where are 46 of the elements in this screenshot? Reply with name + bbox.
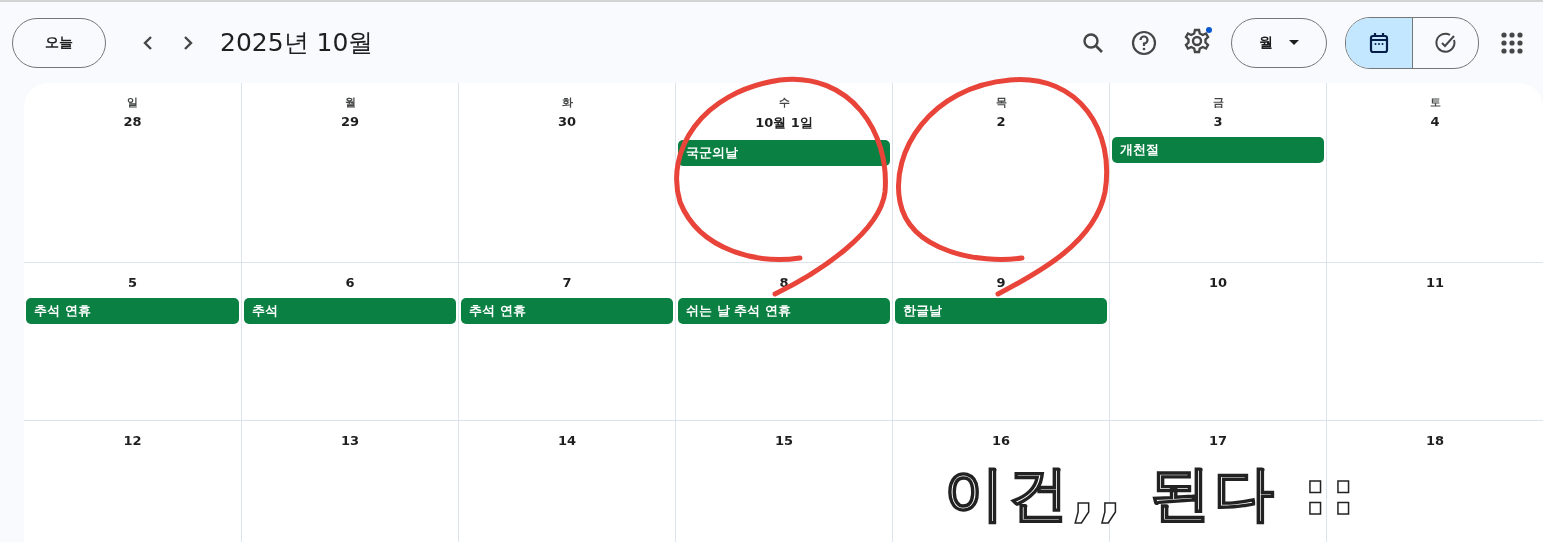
view-dropdown[interactable]: 월: [1231, 17, 1327, 68]
view-toggle-button[interactable]: [1346, 17, 1412, 68]
event-chip[interactable]: 추석: [244, 298, 456, 324]
date-number[interactable]: 14: [557, 433, 577, 448]
date-number[interactable]: 6: [345, 275, 355, 290]
apps-grid-icon[interactable]: [1501, 31, 1523, 54]
weekday-label: 일: [127, 95, 138, 110]
search-icon[interactable]: [1081, 30, 1105, 55]
event-chip[interactable]: 국군의날: [678, 140, 890, 166]
date-number[interactable]: 2: [996, 114, 1006, 129]
today-button[interactable]: 오늘: [12, 17, 106, 68]
caret-icon: [1289, 39, 1299, 46]
weekday-label: 월: [344, 95, 356, 110]
date-number[interactable]: 3: [1213, 114, 1223, 129]
weekday-label: 금: [1212, 95, 1224, 110]
date-number[interactable]: 12: [123, 433, 142, 448]
date-number[interactable]: 29: [340, 114, 360, 129]
help-icon[interactable]: [1131, 29, 1157, 56]
date-number[interactable]: 16: [991, 433, 1011, 448]
date-number[interactable]: 10월 1일: [755, 114, 813, 132]
date-number[interactable]: 15: [774, 433, 794, 448]
date-number[interactable]: 11: [1425, 275, 1445, 290]
weekday-label: 목: [995, 95, 1007, 110]
date-number[interactable]: 30: [557, 114, 577, 129]
event-chip[interactable]: 개천절: [1112, 137, 1324, 163]
event-chip[interactable]: 추석 연휴: [461, 298, 673, 324]
date-number[interactable]: 17: [1208, 433, 1228, 448]
overlay-caption: 이건,, 된다 ::: [944, 460, 1360, 526]
month-title: 2025년 10월: [220, 27, 374, 59]
calendar-icon: [1369, 31, 1389, 54]
date-number[interactable]: 8: [779, 275, 789, 290]
date-number[interactable]: 13: [340, 433, 360, 448]
date-number[interactable]: 10: [1208, 275, 1228, 290]
date-number[interactable]: 9: [996, 275, 1006, 290]
event-chip[interactable]: 쉬는 날 추석 연휴: [678, 298, 890, 324]
date-number[interactable]: 4: [1430, 114, 1440, 129]
date-number[interactable]: 28: [123, 114, 142, 129]
check-circle-icon: [1434, 31, 1457, 54]
date-number[interactable]: 18: [1425, 433, 1445, 448]
weekday-label: 수: [778, 95, 790, 110]
weekday-label: 화: [561, 95, 573, 110]
event-chip[interactable]: 추석 연휴: [26, 298, 239, 324]
date-number[interactable]: 7: [562, 275, 572, 290]
weekday-label: 토: [1429, 95, 1441, 110]
date-number[interactable]: 5: [127, 275, 137, 290]
event-chip[interactable]: 한글날: [895, 298, 1107, 324]
